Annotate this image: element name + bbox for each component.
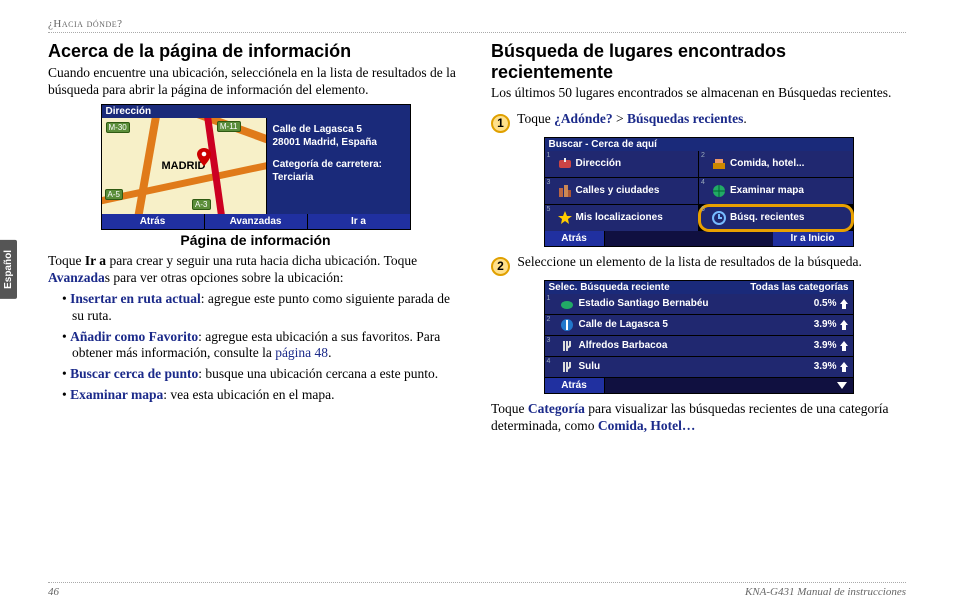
results-back-button[interactable]: Atrás: [545, 378, 605, 393]
result-row[interactable]: 1Estadio Santiago Bernabéu0.5%: [545, 294, 853, 315]
gps-info-page-screenshot: Dirección M-30 M-11 A-5 A-3 MADRID: [101, 104, 411, 230]
gps-go-button[interactable]: Ir a: [308, 214, 410, 229]
road-label-a5: A-5: [105, 189, 123, 200]
opt-insert: Insertar en ruta actual: agregue este pu…: [62, 291, 463, 325]
step-2: 2 Seleccione un elemento de la lista de …: [491, 253, 906, 276]
advanced-options-list: Insertar en ruta actual: agregue este pu…: [62, 291, 463, 404]
menu-back-button[interactable]: Atrás: [545, 231, 605, 246]
gps-map-area: M-30 M-11 A-5 A-3 MADRID: [102, 118, 267, 214]
step-1: 1 Toque ¿Adónde? > Búsquedas recientes.: [491, 110, 906, 133]
road-label-m30: M-30: [106, 122, 130, 133]
scroll-down-icon[interactable]: [837, 380, 847, 390]
opt-favorite: Añadir como Favorito: agregue esta ubica…: [62, 329, 463, 363]
gps-info-text: Calle de Lagasca 5 28001 Madrid, España …: [267, 118, 410, 214]
menu-home-button[interactable]: Ir a Inicio: [773, 231, 853, 246]
gps-back-button[interactable]: Atrás: [102, 214, 205, 229]
menu-cell-direcci-n[interactable]: 1Dirección: [545, 151, 699, 177]
city-icon: [558, 184, 572, 198]
opt-browse-map: Examinar mapa: vea esta ubicación en el …: [62, 387, 463, 404]
road-label-m11: M-11: [217, 121, 241, 132]
right-heading: Búsqueda de lugares encontrados reciente…: [491, 41, 906, 82]
arrow-icon: [840, 320, 848, 330]
map-caption: Página de información: [48, 232, 463, 248]
fork-icon: [560, 360, 574, 374]
menu-cell-mis-localizaciones[interactable]: 5Mis localizaciones: [545, 205, 699, 231]
gps-advanced-button[interactable]: Avanzadas: [205, 214, 308, 229]
result-row[interactable]: 2Calle de Lagasca 53.9%: [545, 315, 853, 336]
page-ref-link[interactable]: página 48: [275, 345, 328, 360]
menu-cell-calles-y-ciudades[interactable]: 3Calles y ciudades: [545, 178, 699, 204]
left-column: Acerca de la página de información Cuand…: [48, 41, 463, 439]
running-head: ¿Hacia dónde?: [48, 18, 906, 33]
step-2-badge: 2: [491, 257, 510, 276]
map-pin-icon: [197, 148, 211, 166]
gps-titlebar: Dirección: [102, 105, 410, 118]
road-label-a3: A-3: [192, 199, 210, 210]
arrow-icon: [840, 299, 848, 309]
page-footer: 46 KNA-G431 Manual de instrucciones: [48, 582, 906, 598]
right-intro: Los últimos 50 lugares encontrados se al…: [491, 84, 906, 101]
gps-where-to-menu: Buscar - Cerca de aquí 1Dirección2Comida…: [544, 137, 854, 247]
result-row[interactable]: 4Sulu3.9%: [545, 357, 853, 378]
tail-paragraph: Toque Categoría para visualizar las búsq…: [491, 400, 906, 435]
fork-icon: [560, 339, 574, 353]
arrow-icon: [840, 341, 848, 351]
page-number: 46: [48, 586, 59, 598]
step-1-badge: 1: [491, 114, 510, 133]
stadium-icon: [560, 297, 574, 311]
arrow-icon: [840, 362, 848, 372]
result-row[interactable]: 3Alfredos Barbacoa3.9%: [545, 336, 853, 357]
menu-cell-b-sq-recientes[interactable]: 6Búsq. recientes: [699, 205, 853, 231]
results-title-left: Selec. Búsqueda reciente: [549, 282, 670, 293]
left-intro: Cuando encuentre una ubicación, selecció…: [48, 64, 463, 99]
recent-icon: [712, 211, 726, 225]
manual-title: KNA-G431 Manual de instrucciones: [745, 586, 906, 598]
menu-cell-examinar-mapa[interactable]: 4Examinar mapa: [699, 178, 853, 204]
star-icon: [558, 211, 572, 225]
gps-recent-results: Selec. Búsqueda reciente Todas las categ…: [544, 280, 854, 394]
food-icon: [712, 157, 726, 171]
mailbox-icon: [558, 157, 572, 171]
road-icon: [560, 318, 574, 332]
left-heading: Acerca de la página de información: [48, 41, 463, 62]
globe-icon: [712, 184, 726, 198]
menu-title: Buscar - Cerca de aquí: [549, 139, 657, 150]
menu-cell-comida-hotel-[interactable]: 2Comida, hotel...: [699, 151, 853, 177]
opt-search-near: Buscar cerca de punto: busque una ubicac…: [62, 366, 463, 383]
right-column: Búsqueda de lugares encontrados reciente…: [491, 41, 906, 439]
results-title-right: Todas las categorías: [750, 282, 848, 293]
left-goto-paragraph: Toque Ir a para crear y seguir una ruta …: [48, 252, 463, 287]
